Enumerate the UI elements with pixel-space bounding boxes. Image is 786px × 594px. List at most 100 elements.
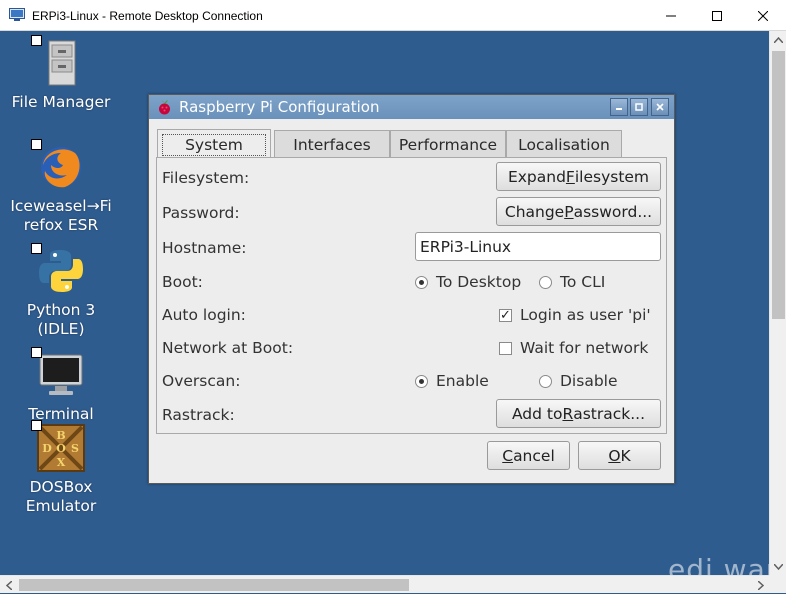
change-password-button[interactable]: Change Password... xyxy=(496,197,661,226)
desktop-icon-terminal[interactable]: Terminal xyxy=(6,347,116,424)
scroll-down-button[interactable] xyxy=(770,558,786,575)
radio-label: To CLI xyxy=(560,273,606,291)
tab-label: Localisation xyxy=(518,135,610,154)
expand-filesystem-button[interactable]: Expand Filesystem xyxy=(496,162,661,191)
raspberry-icon xyxy=(159,100,170,115)
desktop-icon-python[interactable]: Python 3 (IDLE) xyxy=(6,243,116,339)
hostname-label: Hostname: xyxy=(162,239,247,257)
desktop-icon-label: Terminal xyxy=(28,405,94,423)
button-text: ilesystem xyxy=(574,167,650,186)
button-text: K xyxy=(620,446,631,465)
file-cabinet-icon xyxy=(31,35,85,87)
dialog-maximize-button[interactable] xyxy=(630,98,648,116)
boot-to-desktop-radio[interactable]: To Desktop xyxy=(415,273,521,291)
scroll-right-button[interactable] xyxy=(752,576,769,594)
tab-performance[interactable]: Performance xyxy=(390,130,506,158)
raspberry-pi-configuration-dialog: Raspberry Pi Configuration System Interf… xyxy=(148,94,675,484)
button-text: astrack... xyxy=(573,404,646,423)
checkbox-label: Wait for network xyxy=(520,339,649,357)
tab-system[interactable]: System xyxy=(157,129,271,159)
close-icon xyxy=(758,10,768,21)
scrollbar-corner xyxy=(769,575,786,593)
chevron-left-icon xyxy=(5,580,12,590)
rastrack-label: Rastrack: xyxy=(162,406,235,424)
python-icon xyxy=(31,243,85,295)
overscan-disable-radio[interactable]: Disable xyxy=(539,372,618,390)
desktop-icon-firefox[interactable]: Iceweasel→Fi refox ESR xyxy=(6,139,116,235)
chevron-up-icon xyxy=(774,36,783,43)
dosbox-letter-s: S xyxy=(71,442,79,455)
close-icon xyxy=(656,103,664,111)
button-text: Expand xyxy=(507,167,566,186)
vertical-scrollbar[interactable] xyxy=(769,31,786,575)
checkbox-label: Login as user 'pi' xyxy=(520,306,651,324)
overscan-enable-radio[interactable]: Enable xyxy=(415,372,489,390)
password-label: Password: xyxy=(162,204,240,222)
dialog-minimize-button[interactable] xyxy=(610,98,628,116)
shortcut-arrow-icon xyxy=(31,243,42,254)
auto-login-label: Auto login: xyxy=(162,306,246,324)
tab-label: Interfaces xyxy=(293,135,371,154)
horizontal-scrollbar[interactable] xyxy=(0,575,769,593)
boot-label: Boot: xyxy=(162,273,203,291)
close-button[interactable] xyxy=(740,0,786,31)
network-at-boot-label: Network at Boot: xyxy=(162,339,294,357)
remote-desktop-icon xyxy=(9,8,25,21)
rdp-title-bar: ERPi3-Linux - Remote Desktop Connection xyxy=(0,0,786,31)
firefox-icon xyxy=(31,139,85,191)
chevron-right-icon xyxy=(757,580,764,590)
overscan-label: Overscan: xyxy=(162,372,241,390)
dosbox-letter-b: B xyxy=(56,429,65,442)
mnemonic: O xyxy=(608,446,621,465)
boot-to-cli-radio[interactable]: To CLI xyxy=(539,273,605,291)
tab-localisation[interactable]: Localisation xyxy=(506,130,622,158)
checkbox-unchecked-icon xyxy=(499,341,512,355)
radio-label: Disable xyxy=(560,372,618,390)
checkbox-checked-icon: ✓ xyxy=(499,307,512,323)
shortcut-arrow-icon xyxy=(31,35,42,46)
ok-button[interactable]: OK xyxy=(578,441,661,470)
tab-label: Performance xyxy=(398,135,498,154)
maximize-icon xyxy=(635,103,643,111)
hostname-input[interactable]: ERPi3-Linux xyxy=(415,232,661,261)
button-text: Change xyxy=(504,202,565,221)
button-text: Add to xyxy=(511,404,563,423)
system-tab-panel: Filesystem: Expand Filesystem Password: … xyxy=(156,157,667,434)
radio-selected-icon xyxy=(415,374,428,388)
dialog-title-bar[interactable]: Raspberry Pi Configuration xyxy=(149,95,674,119)
radio-unselected-icon xyxy=(539,374,552,388)
mnemonic: F xyxy=(565,167,575,186)
monitor-icon xyxy=(31,347,85,399)
minimize-icon xyxy=(666,15,676,16)
maximize-button[interactable] xyxy=(694,0,740,31)
window-title: ERPi3-Linux - Remote Desktop Connection xyxy=(32,9,263,23)
cancel-button[interactable]: Cancel xyxy=(487,441,570,470)
tab-focus-ring xyxy=(162,134,266,156)
scroll-up-button[interactable] xyxy=(770,31,786,48)
mnemonic: C xyxy=(502,446,514,465)
vertical-scroll-thumb[interactable] xyxy=(772,51,785,319)
dialog-close-button[interactable] xyxy=(651,98,669,116)
desktop-icon-label: Iceweasel→Fi refox ESR xyxy=(10,197,112,234)
button-text: ancel xyxy=(513,446,555,465)
mnemonic: P xyxy=(564,202,574,221)
radio-label: To Desktop xyxy=(436,273,522,291)
desktop-icon-label: DOSBox Emulator xyxy=(25,478,97,515)
add-to-rastrack-button[interactable]: Add to Rastrack... xyxy=(496,399,661,428)
desktop-icon-file-manager[interactable]: File Manager xyxy=(6,35,116,112)
chevron-down-icon xyxy=(774,563,783,570)
radio-selected-icon xyxy=(415,275,428,289)
dosbox-letter-d: D xyxy=(42,442,52,455)
scroll-left-button[interactable] xyxy=(0,576,17,594)
desktop-icon-dosbox[interactable]: B D O S X DOSBox Emulator xyxy=(6,420,116,516)
minimize-button[interactable] xyxy=(648,0,694,31)
tab-interfaces[interactable]: Interfaces xyxy=(274,130,390,158)
horizontal-scroll-thumb[interactable] xyxy=(19,579,409,591)
dosbox-icon: B D O S X xyxy=(31,420,85,472)
wait-for-network-checkbox[interactable]: Wait for network xyxy=(499,339,648,357)
button-text: assword... xyxy=(573,202,653,221)
filesystem-label: Filesystem: xyxy=(162,169,250,187)
shortcut-arrow-icon xyxy=(31,420,42,431)
dialog-title: Raspberry Pi Configuration xyxy=(179,98,380,116)
login-as-pi-checkbox[interactable]: ✓ Login as user 'pi' xyxy=(499,306,651,324)
